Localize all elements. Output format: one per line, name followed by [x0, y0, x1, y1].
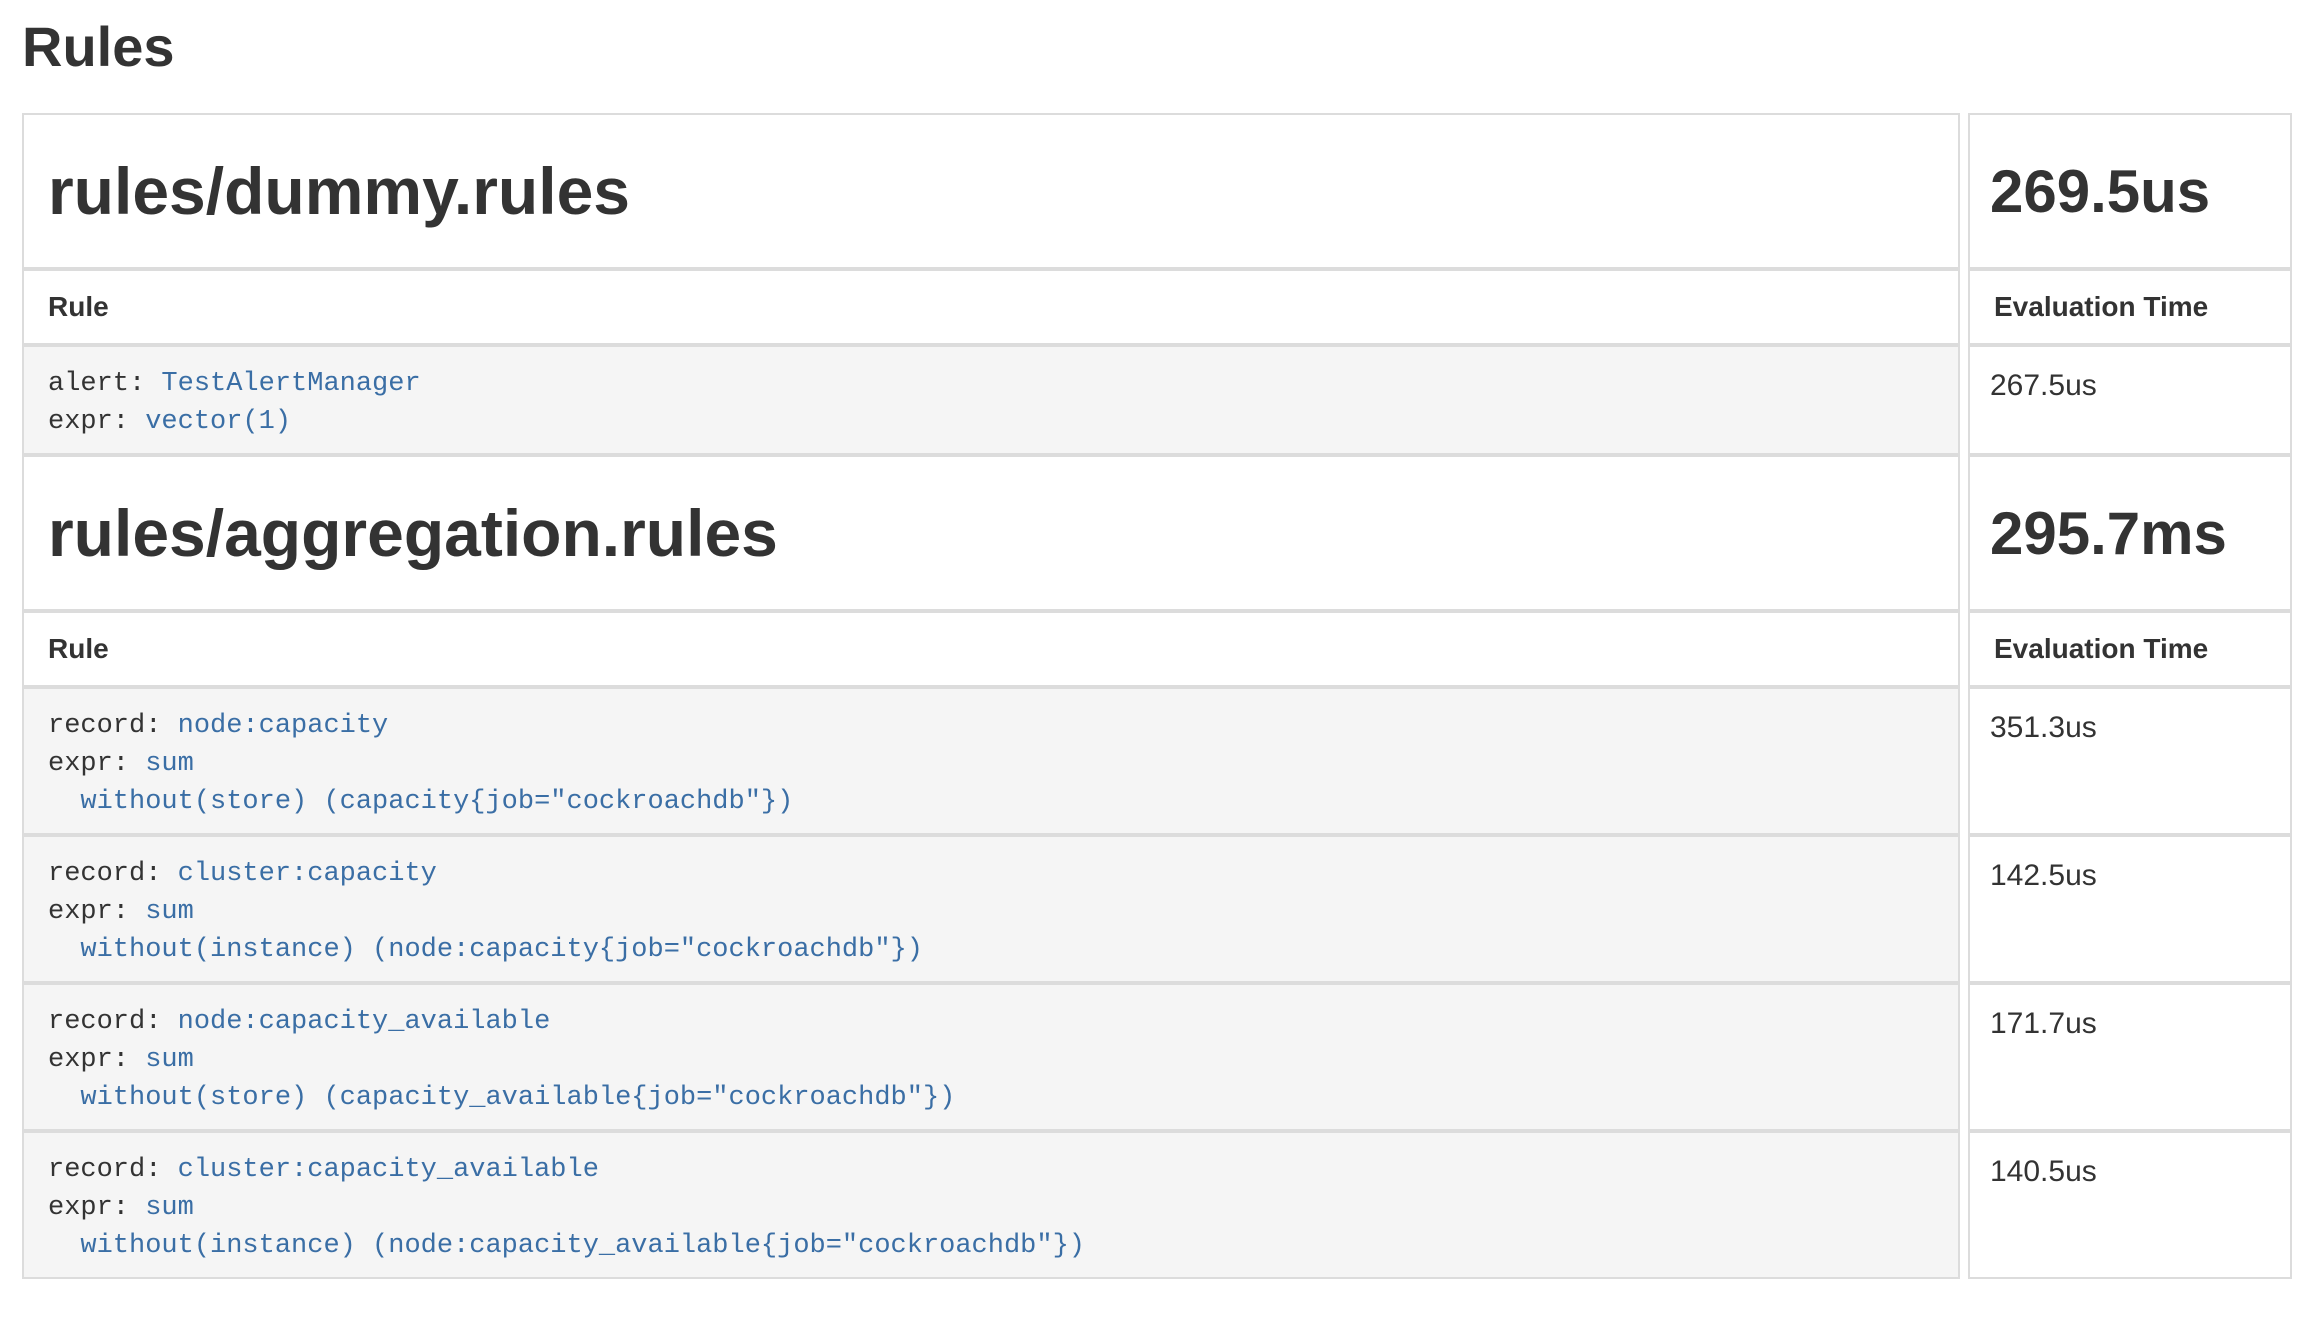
group-file-header: rules/dummy.rules	[22, 113, 1960, 269]
rule-cell: record: node:capacity_available expr: su…	[22, 983, 1960, 1131]
rule-line: record: node:capacity	[48, 707, 1934, 745]
eval-time-cell: 171.7us	[1968, 983, 2292, 1131]
eval-time-cell: 351.3us	[1968, 687, 2292, 835]
rule-line: record: node:capacity_available	[48, 1003, 1934, 1041]
rule-keyword: expr:	[48, 897, 145, 927]
eval-time-cell: 140.5us	[1968, 1131, 2292, 1279]
rule-link[interactable]: cluster:capacity_available	[178, 1155, 599, 1185]
rules-table: rules/dummy.rules 269.5us Rule Evaluatio…	[22, 113, 2292, 1279]
rule-link[interactable]: sum	[145, 749, 194, 779]
rule-link[interactable]: TestAlertManager	[161, 369, 420, 399]
rule-line: expr: sum	[48, 745, 1934, 783]
rule-cell: record: node:capacity expr: sum without(…	[22, 687, 1960, 835]
rule-keyword: record:	[48, 711, 178, 741]
rule-line: expr: sum	[48, 1041, 1934, 1079]
rule-keyword: record:	[48, 859, 178, 889]
rule-keyword: expr:	[48, 407, 145, 437]
rule-link[interactable]: sum	[145, 1193, 194, 1223]
rule-column-header: Rule	[22, 269, 1960, 345]
rule-link[interactable]: without(instance) (node:capacity{job="co…	[48, 935, 923, 965]
rule-line: record: cluster:capacity	[48, 855, 1934, 893]
rule-line: without(store) (capacity{job="cockroachd…	[48, 783, 1934, 821]
group-eval-total: 269.5us	[1968, 113, 2292, 269]
rule-line: without(instance) (node:capacity_availab…	[48, 1227, 1934, 1265]
rule-link[interactable]: node:capacity	[178, 711, 389, 741]
rule-line: alert: TestAlertManager	[48, 365, 1934, 403]
rule-link[interactable]: without(instance) (node:capacity_availab…	[48, 1231, 1085, 1261]
eval-time-cell: 267.5us	[1968, 345, 2292, 455]
rule-link[interactable]: vector(1)	[145, 407, 291, 437]
eval-time-column-header: Evaluation Time	[1968, 269, 2292, 345]
rule-keyword: record:	[48, 1007, 178, 1037]
rule-keyword: record:	[48, 1155, 178, 1185]
rule-line: record: cluster:capacity_available	[48, 1151, 1934, 1189]
rule-link[interactable]: cluster:capacity	[178, 859, 437, 889]
rule-line: expr: sum	[48, 1189, 1934, 1227]
rule-keyword: expr:	[48, 1193, 145, 1223]
rule-keyword: alert:	[48, 369, 161, 399]
rule-cell: record: cluster:capacity_available expr:…	[22, 1131, 1960, 1279]
rules-page: Rules rules/dummy.rules 269.5us Rule Eva…	[0, 16, 2316, 1279]
eval-time-cell: 142.5us	[1968, 835, 2292, 983]
rule-link[interactable]: sum	[145, 1045, 194, 1075]
rule-link[interactable]: sum	[145, 897, 194, 927]
rule-line: without(store) (capacity_available{job="…	[48, 1079, 1934, 1117]
group-eval-total: 295.7ms	[1968, 455, 2292, 611]
rule-link[interactable]: node:capacity_available	[178, 1007, 551, 1037]
rule-column-header: Rule	[22, 611, 1960, 687]
rule-link[interactable]: without(store) (capacity{job="cockroachd…	[48, 787, 793, 817]
rule-link[interactable]: without(store) (capacity_available{job="…	[48, 1083, 955, 1113]
rule-cell: record: cluster:capacity expr: sum witho…	[22, 835, 1960, 983]
group-file-header: rules/aggregation.rules	[22, 455, 1960, 611]
page-title: Rules	[22, 16, 2292, 78]
eval-time-column-header: Evaluation Time	[1968, 611, 2292, 687]
rule-line: expr: vector(1)	[48, 403, 1934, 441]
rule-keyword: expr:	[48, 1045, 145, 1075]
rule-keyword: expr:	[48, 749, 145, 779]
rule-line: without(instance) (node:capacity{job="co…	[48, 931, 1934, 969]
rule-cell: alert: TestAlertManager expr: vector(1)	[22, 345, 1960, 455]
rule-line: expr: sum	[48, 893, 1934, 931]
